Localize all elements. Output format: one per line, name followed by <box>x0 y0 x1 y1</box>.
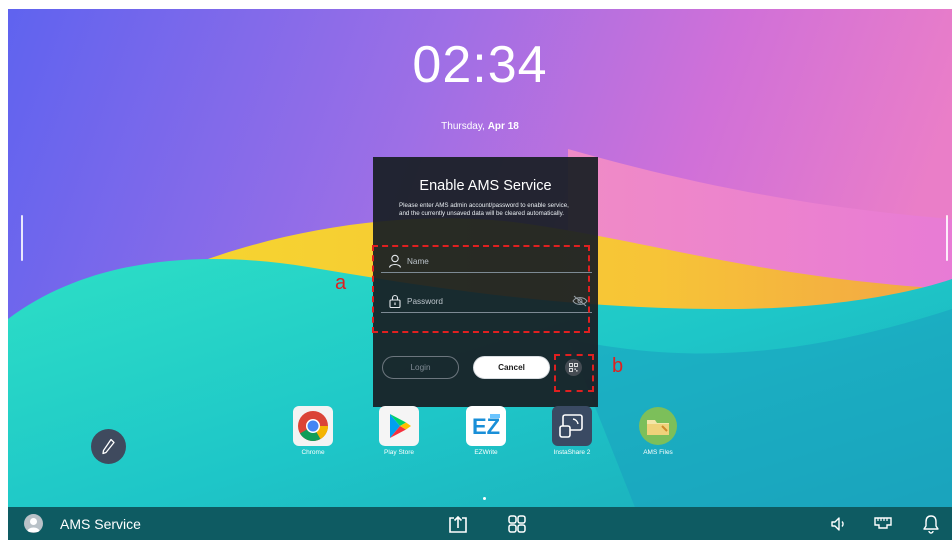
dialog-description: Please enter AMS admin account/password … <box>399 202 569 217</box>
pen-tool-button[interactable] <box>91 429 126 464</box>
app-label-chrome: Chrome <box>301 449 325 456</box>
volume-icon[interactable] <box>828 513 850 535</box>
taskbar: AMS Service <box>8 507 952 540</box>
desktop-screen: 02:34 Thursday, Apr 18 Enable AMS Servic… <box>8 9 952 540</box>
app-ams-files[interactable]: AMS Files <box>628 406 688 456</box>
apps-grid-icon[interactable] <box>506 513 528 535</box>
pen-icon <box>102 438 115 455</box>
annotation-box-a <box>372 245 590 333</box>
app-play-store[interactable]: Play Store <box>369 406 429 456</box>
notification-bell-icon[interactable] <box>920 513 942 535</box>
clock-time: 02:34 <box>412 36 548 94</box>
app-label-ams-files: AMS Files <box>643 449 673 456</box>
play-store-icon <box>379 406 419 446</box>
app-label-instashare: InstaShare 2 <box>553 449 591 456</box>
right-edge-handle[interactable] <box>946 215 948 261</box>
screen-share-icon[interactable] <box>447 513 469 535</box>
user-avatar-icon[interactable] <box>24 514 43 533</box>
taskbar-user-name[interactable]: AMS Service <box>60 516 141 532</box>
ams-files-icon <box>638 406 678 446</box>
date-weekday: Thursday, <box>441 121 485 132</box>
chrome-icon <box>293 406 333 446</box>
instashare-icon <box>552 406 592 446</box>
dialog-title: Enable AMS Service <box>419 178 552 194</box>
cancel-button[interactable]: Cancel <box>473 356 550 379</box>
left-edge-handle[interactable] <box>21 215 23 261</box>
app-ezwrite[interactable]: EZ EZWrite <box>456 406 516 456</box>
app-chrome[interactable]: Chrome <box>283 406 343 456</box>
annotation-box-b <box>554 354 594 392</box>
login-button[interactable]: Login <box>382 356 459 379</box>
app-label-ezwrite: EZWrite <box>474 449 498 456</box>
annotation-label-b: b <box>612 355 624 377</box>
app-instashare[interactable]: InstaShare 2 <box>542 406 602 456</box>
ezwrite-icon: EZ <box>466 406 506 446</box>
app-label-play-store: Play Store <box>384 449 414 456</box>
clock-date: Thursday, Apr 18 <box>8 121 952 132</box>
page-indicator-dot <box>483 497 486 500</box>
network-icon[interactable] <box>872 513 894 535</box>
date-day: Apr 18 <box>487 121 519 132</box>
annotation-label-a: a <box>335 272 347 294</box>
